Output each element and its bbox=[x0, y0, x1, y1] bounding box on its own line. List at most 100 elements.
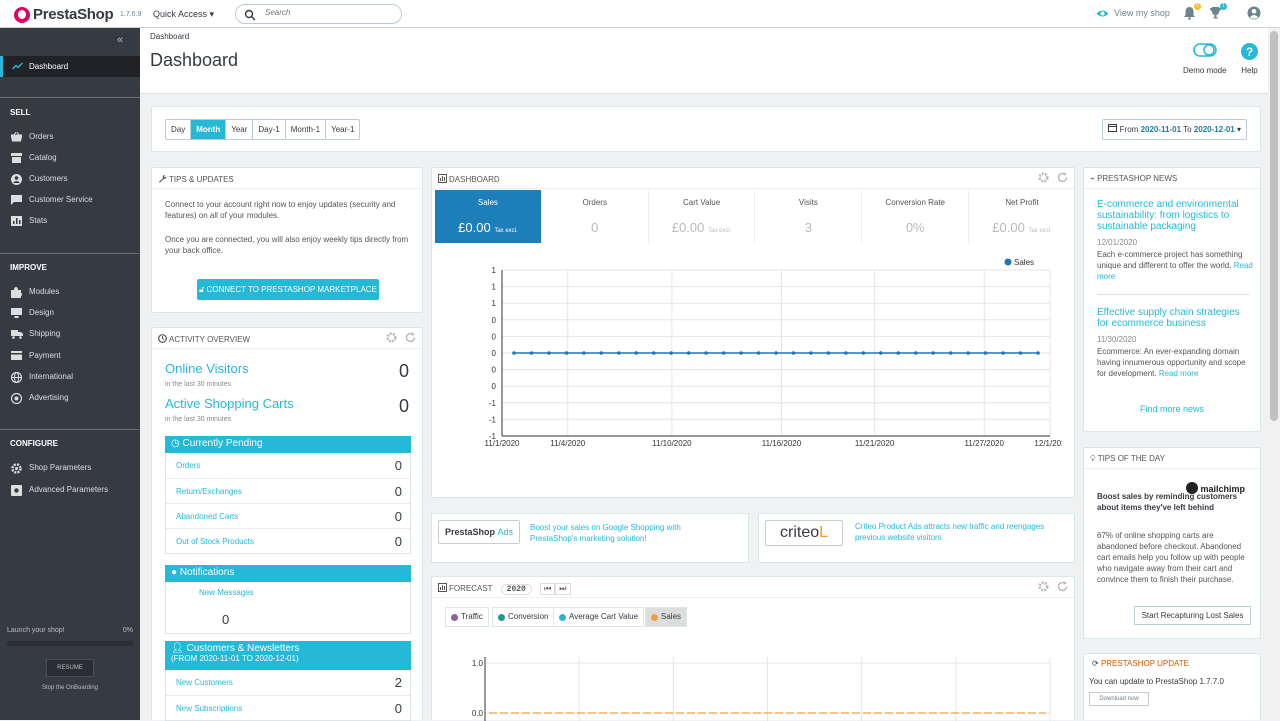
period-day-button[interactable]: Day bbox=[166, 120, 192, 139]
quick-access-menu[interactable]: Quick Access ▾ bbox=[153, 9, 214, 20]
period-day-minus-1-button[interactable]: Day-1 bbox=[253, 120, 286, 139]
forecast-tab-sales[interactable]: Sales bbox=[645, 607, 688, 627]
news-title[interactable]: Effective supply chain strategies for ec… bbox=[1097, 307, 1252, 329]
sidebar-item-design[interactable]: Design bbox=[0, 303, 140, 323]
sidebar-item-dashboard[interactable]: Dashboard bbox=[0, 56, 140, 77]
prestashop-news-panel: ⌁ PRESTASHOP NEWS E-commerce and environ… bbox=[1083, 167, 1261, 432]
list-item[interactable]: Return/Exchanges 0 bbox=[166, 478, 410, 503]
criteo-text[interactable]: Criteo Product Ads attracts new traffic … bbox=[855, 521, 1065, 543]
section-title-sell: SELL bbox=[10, 108, 31, 117]
sidebar-item-label: Shipping bbox=[29, 329, 61, 338]
list-item[interactable]: New Customers 2 bbox=[166, 670, 410, 695]
kpi-conversion-rate[interactable]: Conversion Rate 0% bbox=[862, 190, 970, 243]
find-more-news-link[interactable]: Find more news bbox=[1084, 404, 1260, 414]
help-button[interactable]: ? Help bbox=[1241, 43, 1258, 75]
start-recapturing-button[interactable]: Start Recapturing Lost Sales bbox=[1134, 606, 1251, 625]
scrollbar-thumb[interactable] bbox=[1270, 31, 1278, 421]
prestashop-ads-logo: PrestaShop Ads bbox=[438, 520, 520, 544]
page-scrollbar[interactable] bbox=[1268, 28, 1280, 720]
online-visitors-label[interactable]: Online Visitors bbox=[165, 361, 249, 376]
refresh-icon[interactable] bbox=[405, 332, 416, 343]
period-month-button[interactable]: Month bbox=[191, 120, 227, 139]
period-month-minus-1-button[interactable]: Month-1 bbox=[285, 120, 327, 139]
previous-year-button[interactable]: ⏮︎ bbox=[540, 583, 556, 595]
period-year-minus-1-button[interactable]: Year-1 bbox=[326, 120, 360, 139]
sidebar-item-international[interactable]: International bbox=[0, 367, 140, 387]
sidebar-item-customer-service[interactable]: Customer Service bbox=[0, 190, 140, 210]
tips-updates-panel: TIPS & UPDATES Connect to your account r… bbox=[151, 167, 423, 313]
active-carts-sub: in the last 30 minutes bbox=[165, 416, 232, 423]
prestashop-ads-banner[interactable]: PrestaShop Ads Boost your sales on Googl… bbox=[431, 513, 749, 563]
kpi-label: Sales bbox=[477, 198, 498, 207]
active-carts-label[interactable]: Active Shopping Carts bbox=[165, 396, 294, 411]
shopping-basket-icon bbox=[11, 132, 22, 142]
launch-percent: 0% bbox=[122, 627, 133, 634]
criteo-logo-mark: L bbox=[819, 524, 829, 541]
section-title-improve: IMPROVE bbox=[10, 263, 47, 272]
connect-marketplace-button[interactable]: 🔓︎ CONNECT TO PRESTASHOP MARKETPLACE bbox=[197, 279, 379, 300]
prestashop-logo-icon bbox=[14, 6, 30, 23]
sidebar-item-label: Shop Parameters bbox=[29, 463, 92, 472]
search-box[interactable] bbox=[235, 4, 402, 24]
forecast-tab-average-cart-value[interactable]: Average Cart Value bbox=[553, 607, 645, 627]
settings-icon[interactable] bbox=[386, 332, 397, 343]
sidebar-item-customers[interactable]: Customers bbox=[0, 169, 140, 189]
sidebar-item-shop-parameters[interactable]: Shop Parameters bbox=[0, 458, 140, 478]
list-item[interactable]: Orders 0 bbox=[166, 453, 410, 478]
collapse-sidebar-icon[interactable]: « bbox=[117, 34, 123, 46]
sidebar-item-label: Design bbox=[29, 308, 54, 317]
refresh-icon[interactable] bbox=[1057, 172, 1068, 183]
sidebar-item-advanced-parameters[interactable]: Advanced Parameters bbox=[0, 480, 140, 500]
sidebar-item-orders[interactable]: Orders bbox=[0, 127, 140, 147]
section-subtitle: (FROM 2020-11-01 TO 2020-12-01) bbox=[171, 654, 299, 663]
sidebar-item-shipping[interactable]: Shipping bbox=[0, 324, 140, 344]
forecast-tab-traffic[interactable]: Traffic bbox=[445, 607, 489, 627]
kpi-suffix: Tax excl. bbox=[707, 228, 732, 234]
kpi-suffix: Tax excl. bbox=[1028, 228, 1052, 234]
legend-dot bbox=[498, 613, 505, 621]
refresh-icon[interactable] bbox=[1057, 581, 1068, 592]
period-year-button[interactable]: Year bbox=[226, 120, 254, 139]
search-input[interactable] bbox=[265, 8, 395, 17]
orders-notification-button[interactable]: 0 bbox=[1183, 3, 1201, 22]
globe-icon bbox=[11, 372, 22, 383]
read-more-link[interactable]: Read more bbox=[1159, 369, 1199, 378]
kpi-visits[interactable]: Visits 3 bbox=[755, 190, 863, 243]
kpi-net-profit[interactable]: Net Profit £0.00 Tax excl. bbox=[969, 190, 1075, 243]
forecast-tab-conversion[interactable]: Conversion bbox=[492, 607, 555, 627]
stop-onboarding-link[interactable]: Stop the OnBoarding bbox=[0, 685, 140, 691]
resume-button[interactable]: RESUME bbox=[46, 659, 94, 677]
download-now-button[interactable]: Download now bbox=[1089, 692, 1149, 706]
prestashop-logo[interactable]: PrestaShop bbox=[14, 6, 114, 23]
logo-text: criteo bbox=[779, 524, 820, 541]
tip-body: 67% of online shopping carts are abandon… bbox=[1097, 531, 1245, 584]
news-title[interactable]: E-commerce and environmental sustainabil… bbox=[1097, 199, 1252, 232]
kpi-cart-value[interactable]: Cart Value £0.00 Tax excl. bbox=[649, 190, 756, 243]
customers-notification-button[interactable]: 1 bbox=[1209, 3, 1227, 22]
prestashop-ads-text[interactable]: Boost your sales on Google Shopping with… bbox=[530, 522, 720, 544]
kpi-value: 0 bbox=[591, 220, 599, 235]
settings-icon[interactable] bbox=[1038, 581, 1049, 592]
kpi-sales[interactable]: Sales £0.00 Tax excl. bbox=[435, 190, 542, 243]
demo-mode-toggle[interactable]: Demo mode bbox=[1183, 43, 1227, 75]
settings-icon[interactable] bbox=[1038, 172, 1049, 183]
sidebar-item-payment[interactable]: Payment bbox=[0, 346, 140, 366]
list-item[interactable]: Out of Stock Products 0 bbox=[166, 528, 410, 553]
date-range-picker[interactable]: From 2020-11-01 To 2020-12-01 ▾ bbox=[1102, 119, 1247, 140]
truck-icon bbox=[11, 330, 23, 339]
sidebar-item-modules[interactable]: Modules bbox=[0, 282, 140, 302]
breadcrumb[interactable]: Dashboard bbox=[150, 32, 189, 41]
kpi-orders[interactable]: Orders 0 bbox=[542, 190, 649, 243]
user-circle-icon bbox=[1247, 6, 1261, 20]
next-year-button[interactable]: ⏭︎ bbox=[555, 583, 571, 595]
sidebar-item-catalog[interactable]: Catalog bbox=[0, 148, 140, 168]
new-messages-link[interactable]: New Messages bbox=[199, 588, 254, 597]
list-item[interactable]: Abandoned Carts 0 bbox=[166, 503, 410, 528]
y-tick-label: 1 bbox=[492, 266, 497, 275]
account-button[interactable] bbox=[1247, 6, 1261, 22]
sidebar-item-advertising[interactable]: Advertising bbox=[0, 388, 140, 408]
list-item[interactable]: New Subscriptions 0 bbox=[166, 695, 410, 720]
view-shop-link[interactable]: View my shop bbox=[1096, 8, 1170, 18]
sidebar-item-stats[interactable]: Stats bbox=[0, 211, 140, 231]
criteo-banner[interactable]: criteoL Criteo Product Ads attracts new … bbox=[758, 513, 1075, 563]
